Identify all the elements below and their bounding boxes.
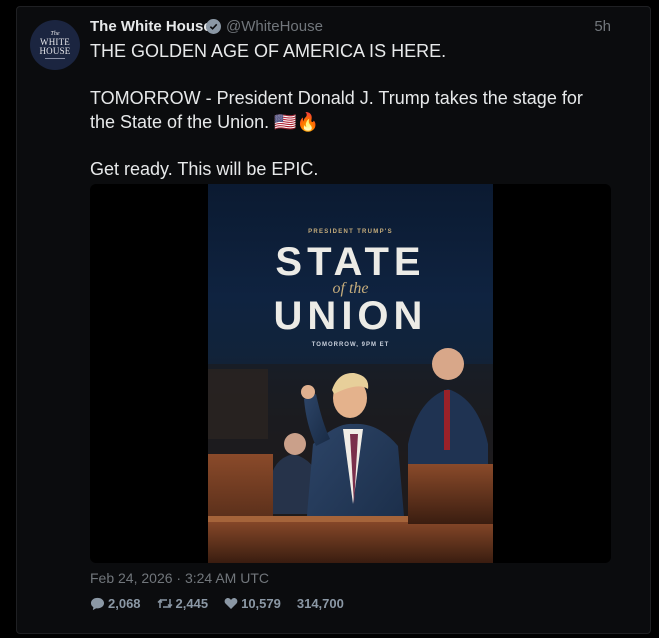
verified-badge-icon	[206, 19, 221, 34]
poster-eyebrow: PRESIDENT TRUMP'S	[308, 229, 393, 235]
poster-title-union: UNION	[273, 294, 428, 338]
like-button[interactable]: 10,579	[224, 596, 281, 611]
poster-title-state: STATE	[275, 240, 426, 284]
state-of-the-union-poster: PRESIDENT TRUMP'S STATE of the UNION TOM…	[208, 184, 493, 563]
engagement-stats: 2,068 2,445 10,579 314,700	[90, 596, 344, 611]
tweet-text: THE GOLDEN AGE OF AMERICA IS HERE. TOMOR…	[90, 41, 583, 179]
poster-when: TOMORROW, 9PM ET	[311, 342, 390, 348]
heart-icon	[224, 598, 238, 609]
avatar-line-house: HOUSE	[39, 46, 71, 56]
author-handle[interactable]: @WhiteHouse	[226, 18, 323, 35]
avatar[interactable]: The WHITE HOUSE	[30, 20, 80, 70]
avatar-rule	[45, 58, 65, 59]
author-name[interactable]: The White House	[90, 18, 212, 35]
views-stat: 314,700	[297, 596, 344, 611]
speech-bubble-icon	[90, 597, 105, 610]
retweet-count: 2,445	[175, 596, 209, 611]
tweet-time[interactable]: 5h	[594, 18, 611, 35]
reply-count: 2,068	[108, 596, 141, 611]
like-count: 10,579	[241, 596, 281, 611]
view-count: 314,700	[296, 596, 344, 611]
retweet-arrows-icon	[157, 598, 173, 609]
retweet-button[interactable]: 2,445	[157, 596, 209, 611]
reply-button[interactable]: 2,068	[90, 596, 141, 611]
tweet-media[interactable]: PRESIDENT TRUMP'S STATE of the UNION TOM…	[90, 184, 611, 563]
tweet-timestamp[interactable]: Feb 24, 2026 · 3:24 AM UTC	[90, 570, 269, 586]
